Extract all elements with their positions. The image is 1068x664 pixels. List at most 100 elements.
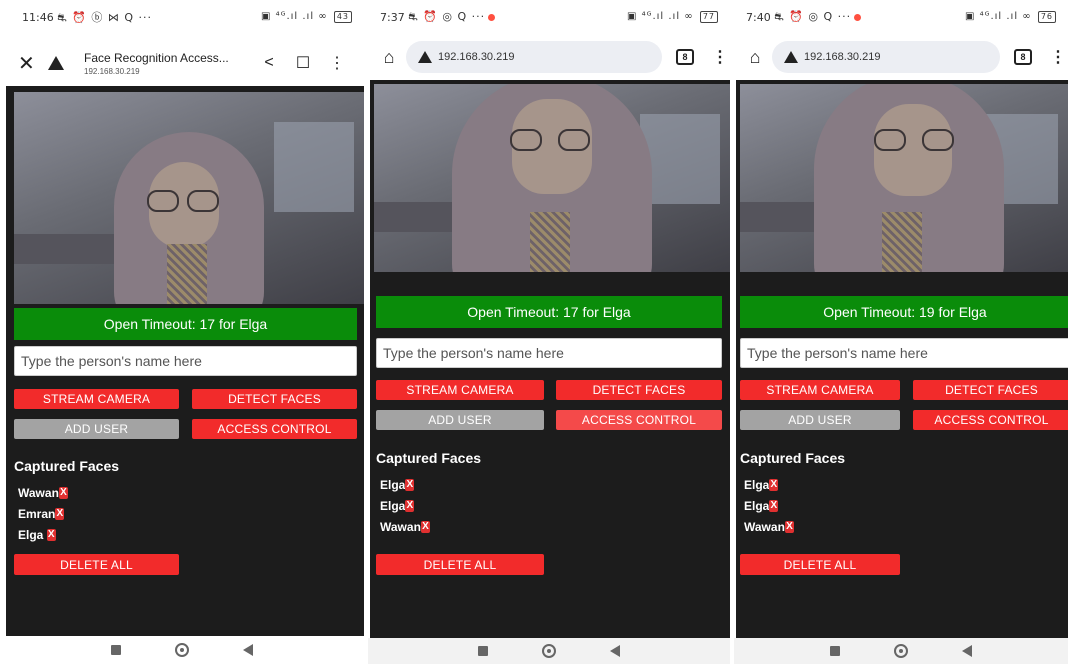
access-control-button[interactable]: ACCESS CONTROL	[192, 419, 357, 439]
list-item: Emran X	[18, 503, 68, 524]
list-item: Wawan X	[380, 516, 430, 537]
recent-apps-icon[interactable]	[478, 646, 488, 656]
remove-face-icon[interactable]: X	[405, 478, 415, 491]
remove-face-icon[interactable]: X	[769, 499, 779, 512]
face-name: Emran	[18, 506, 56, 521]
status-time: 7:37	[380, 10, 405, 24]
remove-face-icon[interactable]: X	[58, 486, 68, 499]
access-control-button[interactable]: ACCESS CONTROL	[913, 410, 1068, 430]
warning-icon	[418, 51, 432, 63]
remove-face-icon[interactable]: X	[769, 478, 779, 491]
battery-icon: 76	[1037, 11, 1056, 23]
android-nav-bar	[0, 636, 364, 664]
back-icon[interactable]	[962, 645, 972, 657]
remove-face-icon[interactable]: X	[420, 520, 430, 533]
browser-toolbar: ⌂ 192.168.30.219 8 ⋮	[368, 40, 730, 74]
remove-face-icon[interactable]: X	[405, 499, 415, 512]
face-name: Elga	[744, 498, 770, 513]
address-bar[interactable]: 192.168.30.219	[772, 41, 1000, 73]
add-user-button[interactable]: ADD USER	[376, 410, 544, 430]
address-bar[interactable]: 192.168.30.219	[406, 41, 662, 73]
page-url: 192.168.30.219	[84, 66, 140, 76]
delete-all-button[interactable]: DELETE ALL	[376, 554, 544, 575]
web-content: Open Timeout: 19 for Elga STREAM CAMERA …	[736, 80, 1068, 638]
android-nav-bar	[368, 638, 730, 664]
battery-icon: 43	[333, 11, 352, 23]
add-user-button[interactable]: ADD USER	[14, 419, 179, 439]
face-name: Elga	[18, 527, 47, 542]
captured-faces-list: Elga X Elga X Wawan X	[380, 474, 430, 537]
web-content: Open Timeout: 17 for Elga STREAM CAMERA …	[6, 86, 364, 636]
person-name-input[interactable]	[376, 338, 722, 368]
web-content: Open Timeout: 17 for Elga STREAM CAMERA …	[370, 80, 730, 638]
custom-tab-toolbar: ✕ Face Recognition Access... 192.168.30.…	[0, 40, 364, 86]
stream-camera-button[interactable]: STREAM CAMERA	[376, 380, 544, 400]
page-info[interactable]: Face Recognition Access... 192.168.30.21…	[84, 51, 252, 76]
status-time: 11:46	[22, 10, 54, 24]
more-vert-icon[interactable]: ⋮	[320, 53, 354, 73]
status-notification-icons: ⛐ ⏰ ◎ Q ···	[774, 9, 852, 23]
status-banner: Open Timeout: 17 for Elga	[14, 308, 357, 340]
more-vert-icon[interactable]: ⋮	[712, 47, 728, 67]
remove-face-icon[interactable]: X	[784, 520, 794, 533]
face-name: Elga	[380, 477, 406, 492]
tabs-icon[interactable]: 8	[1014, 49, 1032, 65]
face-name: Elga	[744, 477, 770, 492]
url-text: 192.168.30.219	[804, 51, 881, 63]
signal-icons: ▣ ⁴ᴳ.ıl .ıl ∞	[964, 11, 1032, 22]
close-icon[interactable]: ✕	[18, 51, 48, 76]
status-banner: Open Timeout: 19 for Elga	[740, 296, 1068, 328]
stream-camera-button[interactable]: STREAM CAMERA	[14, 389, 179, 409]
recording-dot-icon	[488, 13, 496, 21]
captured-faces-heading: Captured Faces	[740, 450, 846, 466]
captured-faces-heading: Captured Faces	[376, 450, 482, 466]
person-name-input[interactable]	[14, 346, 357, 376]
detect-faces-button[interactable]: DETECT FACES	[192, 389, 357, 409]
tabs-icon[interactable]: 8	[676, 49, 694, 65]
delete-all-button[interactable]: DELETE ALL	[740, 554, 900, 575]
camera-stream	[740, 84, 1068, 272]
bookmark-icon[interactable]: ☐	[286, 53, 320, 73]
share-icon[interactable]: <	[252, 54, 286, 72]
home-nav-icon[interactable]	[175, 643, 189, 657]
detect-faces-button[interactable]: DETECT FACES	[913, 380, 1068, 400]
add-user-button[interactable]: ADD USER	[740, 410, 900, 430]
detect-faces-button[interactable]: DETECT FACES	[556, 380, 722, 400]
remove-face-icon[interactable]: X	[55, 507, 65, 520]
phone-screenshot-3: 7:40 ⛐ ⏰ ◎ Q ··· ▣ ⁴ᴳ.ıl .ıl ∞ 76 ⌂ 192.…	[734, 0, 1068, 664]
list-item: Elga X	[18, 524, 68, 545]
access-control-button[interactable]: ACCESS CONTROL	[556, 410, 722, 430]
back-icon[interactable]	[243, 644, 253, 656]
battery-icon: 77	[699, 11, 718, 23]
android-nav-bar	[734, 638, 1068, 664]
status-notification-icons: ⛐ ⏰ ◎ Q ···	[408, 9, 486, 23]
status-bar: 7:37 ⛐ ⏰ ◎ Q ··· ▣ ⁴ᴳ.ıl .ıl ∞ 77	[368, 0, 730, 34]
home-nav-icon[interactable]	[542, 644, 556, 658]
back-icon[interactable]	[610, 645, 620, 657]
home-nav-icon[interactable]	[894, 644, 908, 658]
face-name: Wawan	[18, 485, 59, 500]
camera-stream	[374, 84, 730, 272]
person-name-input[interactable]	[740, 338, 1068, 368]
recent-apps-icon[interactable]	[830, 646, 840, 656]
warning-icon[interactable]	[48, 56, 74, 70]
camera-stream	[14, 92, 364, 304]
recent-apps-icon[interactable]	[111, 645, 121, 655]
status-bar: 7:40 ⛐ ⏰ ◎ Q ··· ▣ ⁴ᴳ.ıl .ıl ∞ 76	[734, 0, 1068, 34]
delete-all-button[interactable]: DELETE ALL	[14, 554, 179, 575]
face-name: Wawan	[744, 519, 785, 534]
remove-face-icon[interactable]: X	[46, 528, 56, 541]
more-vert-icon[interactable]: ⋮	[1050, 47, 1066, 67]
list-item: Elga X	[744, 495, 794, 516]
list-item: Wawan X	[18, 482, 68, 503]
face-name: Elga	[380, 498, 406, 513]
home-icon[interactable]: ⌂	[376, 47, 402, 68]
signal-icons: ▣ ⁴ᴳ.ıl .ıl ∞	[626, 11, 694, 22]
status-notification-icons: ⛐ ⏰ ⓑ ⋈ Q ···	[57, 10, 153, 24]
page-title: Face Recognition Access...	[84, 50, 229, 65]
list-item: Elga X	[744, 474, 794, 495]
status-bar: 11:46 ⛐ ⏰ ⓑ ⋈ Q ··· ▣ ⁴ᴳ.ıl .ıl ∞ 43	[0, 0, 364, 34]
stream-camera-button[interactable]: STREAM CAMERA	[740, 380, 900, 400]
home-icon[interactable]: ⌂	[742, 47, 768, 68]
status-time: 7:40	[746, 10, 771, 24]
